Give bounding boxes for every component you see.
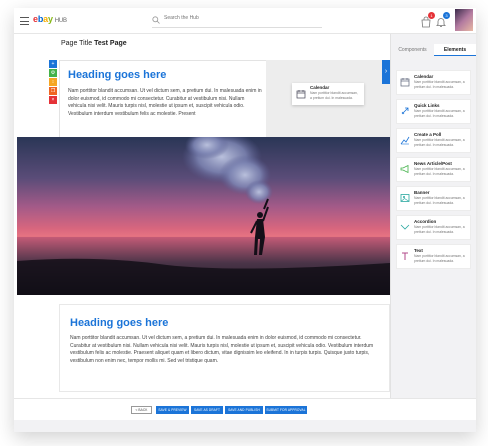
megaphone-icon: [400, 164, 409, 174]
block-toolbar: + ⚙ ↕ ❐ ×: [49, 60, 59, 105]
element-news-article[interactable]: News Article/Post Nam porttitor blandit …: [396, 157, 471, 182]
plus-icon[interactable]: +: [49, 60, 57, 68]
hamburger-menu-icon[interactable]: [20, 17, 29, 25]
panel-toggle-button[interactable]: ›: [382, 60, 390, 84]
element-banner[interactable]: Banner Nam porttitor blandit accumsan, a…: [396, 186, 471, 211]
move-icon[interactable]: ↕: [49, 78, 57, 86]
copy-icon[interactable]: ❐: [49, 87, 57, 95]
cart-badge: 1: [428, 12, 435, 19]
text-block-2[interactable]: Heading goes here Nam porttitor blandit …: [59, 304, 390, 392]
save-draft-button[interactable]: Save as Draft: [191, 406, 223, 414]
element-create-poll[interactable]: Create a Poll Nam porttitor blandit accu…: [396, 128, 471, 153]
action-bar: < Back Save & Preview Save as Draft Save…: [14, 398, 476, 420]
element-text[interactable]: Text Nam porttitor blandit accumsan, a p…: [396, 244, 471, 269]
top-bar: ebayHUB 1 3: [14, 8, 476, 34]
text-block[interactable]: Heading goes here Nam porttitor blandit …: [59, 60, 267, 138]
notification-badge: 3: [443, 12, 450, 19]
calendar-icon: [400, 78, 410, 87]
save-publish-button[interactable]: Save and Publish: [225, 406, 263, 414]
poll-icon: [400, 136, 410, 145]
rocket-icon: [401, 107, 409, 115]
hero-image[interactable]: [17, 137, 390, 295]
delete-icon[interactable]: ×: [49, 96, 57, 104]
block-body-2[interactable]: Nam porttitor blandit accumsan. Ut vel d…: [70, 335, 378, 365]
tab-components[interactable]: Components: [391, 44, 434, 56]
search-input[interactable]: [164, 15, 314, 21]
submit-approval-button[interactable]: Submit for Approval: [265, 406, 307, 414]
panel-tabs: Components Elements: [391, 44, 477, 56]
cart-button[interactable]: 1: [420, 12, 435, 28]
block-body[interactable]: Nam porttitor blandit accumsan. Ut vel d…: [68, 88, 262, 118]
block-heading-2[interactable]: Heading goes here: [70, 317, 168, 329]
element-accordion[interactable]: Accordion Nam porttitor blandit accumsan…: [396, 215, 471, 240]
card-desc: Nam porttitor blandit accumsan, a pretiu…: [310, 91, 358, 100]
search-icon: [152, 16, 160, 24]
user-avatar[interactable]: [454, 8, 474, 32]
block-heading[interactable]: Heading goes here: [68, 69, 166, 81]
dragged-calendar-card[interactable]: Calendar Nam porttitor blandit accumsan,…: [292, 83, 364, 105]
element-quick-links[interactable]: Quick Links Nam porttitor blandit accums…: [396, 99, 471, 124]
save-preview-button[interactable]: Save & Preview: [156, 406, 189, 414]
back-button[interactable]: < Back: [131, 406, 152, 414]
notifications-button[interactable]: 3: [435, 12, 450, 27]
card-title: Calendar: [310, 85, 330, 90]
calendar-icon: [296, 90, 306, 99]
page-title: Page Title Test Page: [61, 40, 127, 47]
settings-icon[interactable]: ⚙: [49, 69, 57, 77]
tab-elements[interactable]: Elements: [434, 44, 476, 56]
sunset-smoke-photo: [17, 137, 390, 295]
accordion-icon: [400, 224, 410, 230]
text-icon: [402, 252, 408, 260]
elements-panel: Components Elements Calendar Nam porttit…: [390, 34, 476, 398]
page-canvas: Page Title Test Page + ⚙ ↕ ❐ × Heading g…: [14, 34, 390, 398]
element-calendar[interactable]: Calendar Nam porttitor blandit accumsan,…: [396, 70, 471, 95]
search-bar[interactable]: [152, 14, 322, 28]
ebay-hub-logo[interactable]: ebay HUB: [33, 14, 67, 24]
banner-icon: [400, 194, 410, 202]
